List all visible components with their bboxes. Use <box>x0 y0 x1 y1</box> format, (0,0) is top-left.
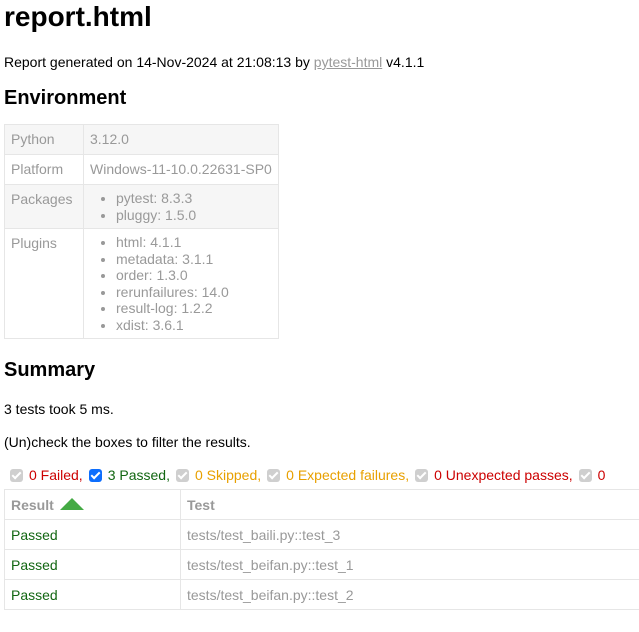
test-cell: tests/test_baili.py::test_3 <box>180 519 639 550</box>
filter-errors-label: 0 <box>597 467 606 483</box>
env-value-packages: pytest: 8.3.3 pluggy: 1.5.0 <box>83 184 279 229</box>
env-value-platform: Windows-11-10.0.22631-SP0 <box>83 154 279 185</box>
generated-line: Report generated on 14-Nov-2024 at 21:08… <box>4 52 639 72</box>
filter-passed-checkbox[interactable] <box>88 468 102 482</box>
table-row[interactable]: Passed tests/test_beifan.py::test_2 <box>4 579 639 610</box>
env-key-platform: Platform <box>4 154 84 185</box>
sort-ascending-icon <box>59 498 84 511</box>
filter-failed-label: 0 Failed, <box>29 467 83 483</box>
plugins-list: html: 4.1.1 metadata: 3.1.1 order: 1.3.0… <box>90 234 272 333</box>
environment-heading: Environment <box>4 87 127 109</box>
plugin-item: order: 1.3.0 <box>116 267 272 284</box>
table-row[interactable]: Passed tests/test_beifan.py::test_1 <box>4 549 639 580</box>
filter-passed-label: 3 Passed, <box>107 467 170 483</box>
test-cell: tests/test_beifan.py::test_2 <box>180 579 639 610</box>
result-cell: Passed <box>4 549 181 580</box>
filter-errors-checkbox[interactable] <box>578 468 592 482</box>
package-item: pluggy: 1.5.0 <box>116 207 272 224</box>
env-key-python: Python <box>4 124 84 155</box>
result-filters: 0 Failed, 3 Passed, 0 Skipped, 0 Expecte… <box>4 465 639 485</box>
plugin-item: xdist: 3.6.1 <box>116 317 272 334</box>
summary-heading: Summary <box>4 359 96 381</box>
environment-table: Python 3.12.0 Platform Windows-11-10.0.2… <box>4 124 279 339</box>
plugin-item: rerunfailures: 14.0 <box>116 284 272 301</box>
generated-prefix: Report generated on 14-Nov-2024 at 21:08… <box>4 54 314 70</box>
col-result-label: Result <box>11 496 54 513</box>
sort-by-test-header[interactable]: Test <box>180 489 639 520</box>
filter-skipped-label: 0 Skipped, <box>194 467 262 483</box>
env-key-packages: Packages <box>4 184 84 229</box>
filter-hint: (Un)check the boxes to filter the result… <box>4 434 251 450</box>
filter-skipped-checkbox[interactable] <box>175 468 189 482</box>
filter-xpassed-label: 0 Unexpected passes, <box>434 467 573 483</box>
env-value-plugins: html: 4.1.1 metadata: 3.1.1 order: 1.3.0… <box>83 228 279 339</box>
env-row-platform: Platform Windows-11-10.0.22631-SP0 <box>4 154 279 185</box>
env-value-python: 3.12.0 <box>83 124 279 155</box>
plugin-item: metadata: 3.1.1 <box>116 251 272 268</box>
col-test-label: Test <box>187 496 215 513</box>
env-row-plugins: Plugins html: 4.1.1 metadata: 3.1.1 orde… <box>4 228 279 339</box>
env-row-python: Python 3.12.0 <box>4 124 279 155</box>
plugin-item: html: 4.1.1 <box>116 234 272 251</box>
results-table: Result Test Passed tests/test_baili.py::… <box>4 489 639 610</box>
test-cell: tests/test_beifan.py::test_1 <box>180 549 639 580</box>
generated-version: v4.1.1 <box>382 54 425 70</box>
filter-failed-checkbox[interactable] <box>10 468 23 482</box>
filter-xpassed-checkbox[interactable] <box>415 468 429 482</box>
run-duration: 3 tests took 5 ms. <box>4 401 114 417</box>
page-title: report.html <box>4 1 152 32</box>
result-cell: Passed <box>4 519 181 550</box>
sort-by-result-header[interactable]: Result <box>4 489 181 520</box>
packages-list: pytest: 8.3.3 pluggy: 1.5.0 <box>90 190 272 223</box>
env-key-plugins: Plugins <box>4 228 84 339</box>
pytest-html-link[interactable]: pytest-html <box>314 54 382 70</box>
filter-xfailed-label: 0 Expected failures, <box>286 467 410 483</box>
results-header-row: Result Test <box>4 489 639 520</box>
table-row[interactable]: Passed tests/test_baili.py::test_3 <box>4 519 639 550</box>
report-page: report.html Report generated on 14-Nov-2… <box>4 0 639 610</box>
package-item: pytest: 8.3.3 <box>116 190 272 207</box>
env-row-packages: Packages pytest: 8.3.3 pluggy: 1.5.0 <box>4 184 279 229</box>
filter-xfailed-checkbox[interactable] <box>267 468 281 482</box>
plugin-item: result-log: 1.2.2 <box>116 300 272 317</box>
result-cell: Passed <box>4 579 181 610</box>
